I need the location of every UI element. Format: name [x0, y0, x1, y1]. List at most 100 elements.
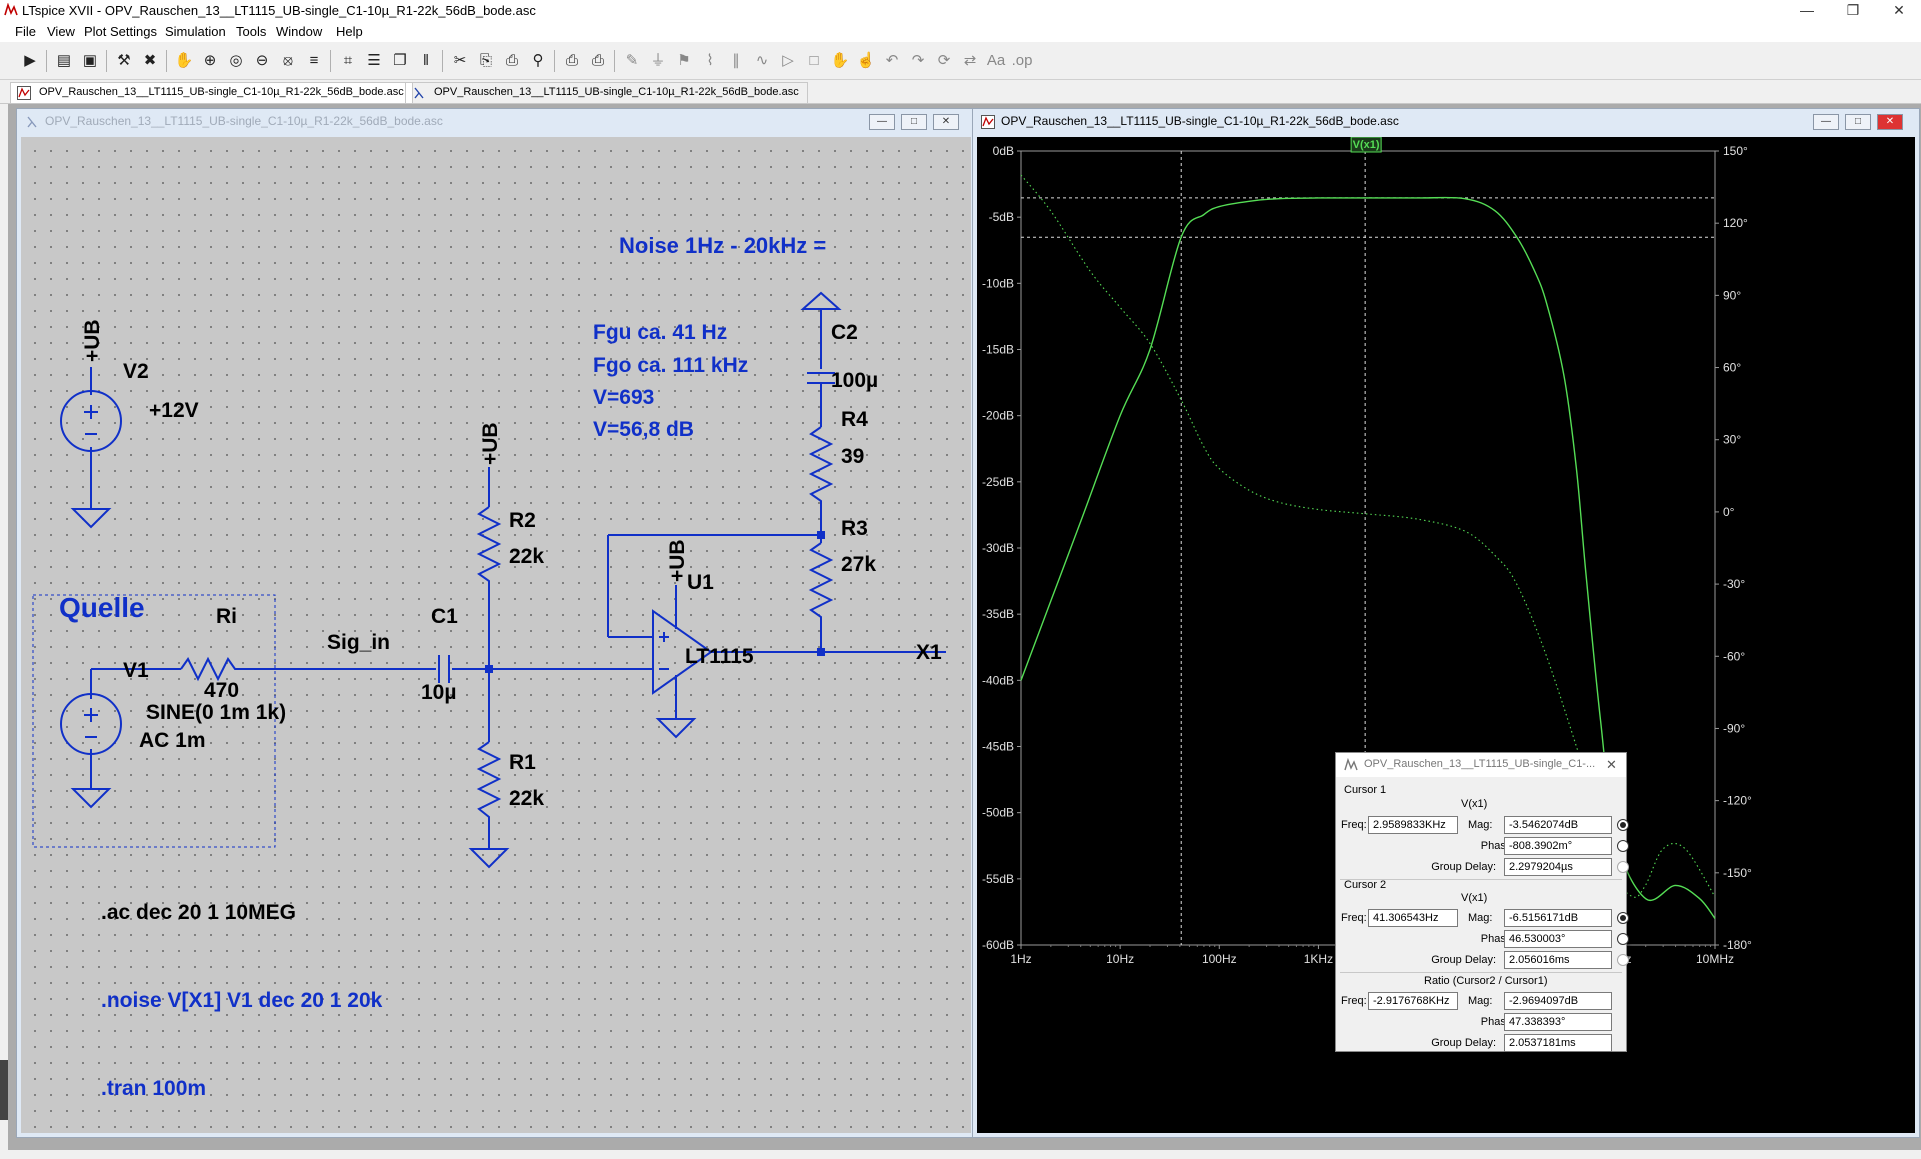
- tab-waveform[interactable]: OPV_Rauschen_13__LT1115_UB-single_C1-10µ…: [10, 82, 413, 103]
- toolbar-separator: [166, 50, 167, 72]
- save-icon[interactable]: ▣: [78, 49, 102, 73]
- drag-icon[interactable]: ☝: [854, 49, 878, 73]
- ratio-freq-field[interactable]: -2.9176768KHz: [1368, 992, 1458, 1010]
- cascade-icon[interactable]: ❐: [388, 49, 412, 73]
- run-icon[interactable]: ▶: [18, 49, 42, 73]
- cursor1-gd-radio[interactable]: [1617, 861, 1629, 873]
- x-tick-label: 100Hz: [1202, 952, 1237, 966]
- cursor2-mag-field[interactable]: -6.5156171dB: [1504, 909, 1612, 927]
- cursor2-phase-radio[interactable]: [1617, 933, 1629, 945]
- print-setup-icon[interactable]: ⎙: [586, 49, 610, 73]
- cursor1-phase-radio[interactable]: [1617, 840, 1629, 852]
- zoom-area-icon[interactable]: ◎: [224, 49, 248, 73]
- cursor2-phase-field[interactable]: 46.530003°: [1504, 930, 1612, 948]
- cursor2-header: Cursor 2: [1344, 879, 1387, 891]
- cursor2-gd-radio[interactable]: [1617, 954, 1629, 966]
- r4-label: R4: [841, 408, 868, 431]
- zoom-fit-icon[interactable]: ⦻: [276, 49, 300, 73]
- minimize-button[interactable]: —: [1784, 0, 1830, 22]
- schematic-window: OPV_Rauschen_13__LT1115_UB-single_C1-10µ…: [16, 108, 976, 1138]
- restore-button[interactable]: ❐: [1830, 0, 1876, 22]
- menu-file[interactable]: File: [15, 24, 36, 39]
- cursor1-freq-field[interactable]: 2.9589833KHz: [1368, 816, 1458, 834]
- print-icon[interactable]: ⎙: [560, 49, 584, 73]
- resistor-icon[interactable]: ⌇: [698, 49, 722, 73]
- dialog-close-icon[interactable]: ✕: [1606, 757, 1617, 773]
- close-button[interactable]: ✕: [1876, 0, 1921, 22]
- y-left-tick-label: -25dB: [982, 475, 1014, 489]
- text-icon[interactable]: Aa: [984, 49, 1008, 73]
- schematic-maximize-button[interactable]: □: [901, 114, 927, 130]
- undo-icon[interactable]: ↶: [880, 49, 904, 73]
- copy-icon[interactable]: ⎘: [474, 49, 498, 73]
- tile-vertical-icon[interactable]: ‖: [414, 49, 438, 73]
- cursor1-mag-field[interactable]: -3.5462074dB: [1504, 816, 1612, 834]
- cursor1-mag-radio[interactable]: [1617, 819, 1629, 831]
- waveform-minimize-button[interactable]: —: [1813, 114, 1839, 130]
- grid-icon[interactable]: ⌗: [336, 49, 360, 73]
- draw-wire-icon[interactable]: ✎: [620, 49, 644, 73]
- ground-icon[interactable]: ⏚: [646, 49, 670, 73]
- redo-icon[interactable]: ↷: [906, 49, 930, 73]
- inductor-icon[interactable]: ∿: [750, 49, 774, 73]
- cursor2-mag-radio[interactable]: [1617, 912, 1629, 924]
- quelle-label: Quelle: [59, 592, 145, 623]
- waveform-close-button[interactable]: ✕: [1877, 114, 1903, 130]
- capacitor-icon[interactable]: ∥: [724, 49, 748, 73]
- toolbar-separator: [442, 50, 443, 72]
- component-icon[interactable]: □: [802, 49, 826, 73]
- menu-window[interactable]: Window: [276, 24, 322, 39]
- find-icon[interactable]: ⚲: [526, 49, 550, 73]
- menu-simulation[interactable]: Simulation: [165, 24, 226, 39]
- cursor1-gd-label: Group Delay:: [1431, 861, 1496, 873]
- cursor2-freq-field[interactable]: 41.306543Hz: [1368, 909, 1458, 927]
- v1-value: SINE(0 1m 1k): [146, 701, 286, 724]
- tile-horizontal-icon[interactable]: ☰: [362, 49, 386, 73]
- schematic-window-title: OPV_Rauschen_13__LT1115_UB-single_C1-10µ…: [45, 114, 443, 128]
- label-net-icon[interactable]: ⚑: [672, 49, 696, 73]
- cursor2-gd-field[interactable]: 2.056016ms: [1504, 951, 1612, 969]
- halt-icon[interactable]: ✖: [138, 49, 162, 73]
- y-left-tick-label: -50dB: [982, 806, 1014, 820]
- cut-icon[interactable]: ✂: [448, 49, 472, 73]
- ratio-mag-field[interactable]: -2.9694097dB: [1504, 992, 1612, 1010]
- y-left-tick-label: -60dB: [982, 938, 1014, 952]
- c1-label: C1: [431, 605, 458, 628]
- paste-icon[interactable]: ⎙: [500, 49, 524, 73]
- voltage-source-symbols: [60, 390, 122, 755]
- mirror-icon[interactable]: ⇄: [958, 49, 982, 73]
- autorange-icon[interactable]: ≡: [302, 49, 326, 73]
- diode-icon[interactable]: ▷: [776, 49, 800, 73]
- menu-plot-settings[interactable]: Plot Settings: [84, 24, 157, 39]
- menu-help[interactable]: Help: [336, 24, 363, 39]
- ltspice-dialog-icon: [1344, 758, 1358, 771]
- y-right-tick-label: -60°: [1723, 649, 1745, 663]
- tab-waveform-label: OPV_Rauschen_13__LT1115_UB-single_C1-10µ…: [39, 86, 404, 98]
- menu-tools[interactable]: Tools: [236, 24, 266, 39]
- ratio-phase-field[interactable]: 47.338393°: [1504, 1013, 1612, 1031]
- schematic-minimize-button[interactable]: —: [869, 114, 895, 130]
- schematic-close-button[interactable]: ✕: [933, 114, 959, 130]
- open-icon[interactable]: ▤: [52, 49, 76, 73]
- schematic-canvas[interactable]: Noise 1Hz - 20kHz = Fgu ca. 41 Hz Fgo ca…: [21, 137, 971, 1133]
- ground-symbols: [70, 367, 697, 869]
- rotate-icon[interactable]: ⟳: [932, 49, 956, 73]
- r4-value: 39: [841, 445, 864, 468]
- mdi-workspace: OPV_Rauschen_13__LT1115_UB-single_C1-10µ…: [8, 104, 1921, 1150]
- control-panel-icon[interactable]: ⚒: [112, 49, 136, 73]
- zoom-in-icon[interactable]: ⊕: [198, 49, 222, 73]
- trace-label-text[interactable]: V(x1): [1353, 139, 1380, 151]
- tab-schematic[interactable]: OPV_Rauschen_13__LT1115_UB-single_C1-10µ…: [405, 82, 808, 103]
- cursor1-gd-field[interactable]: 2.2979204µs: [1504, 858, 1612, 876]
- menu-view[interactable]: View: [47, 24, 75, 39]
- waveform-window-title: OPV_Rauschen_13__LT1115_UB-single_C1-10µ…: [1001, 114, 1399, 128]
- title-bar: LTspice XVII - OPV_Rauschen_13__LT1115_U…: [0, 0, 1921, 22]
- zoom-out-icon[interactable]: ⊖: [250, 49, 274, 73]
- move-icon[interactable]: ✋: [828, 49, 852, 73]
- ratio-freq-label: Freq:: [1341, 995, 1367, 1007]
- cursor1-phase-field[interactable]: -808.3902m°: [1504, 837, 1612, 855]
- waveform-maximize-button[interactable]: □: [1845, 114, 1871, 130]
- ratio-gd-field[interactable]: 2.0537181ms: [1504, 1034, 1612, 1052]
- spice-directive-icon[interactable]: .op: [1010, 49, 1034, 73]
- pan-icon[interactable]: ✋: [172, 49, 196, 73]
